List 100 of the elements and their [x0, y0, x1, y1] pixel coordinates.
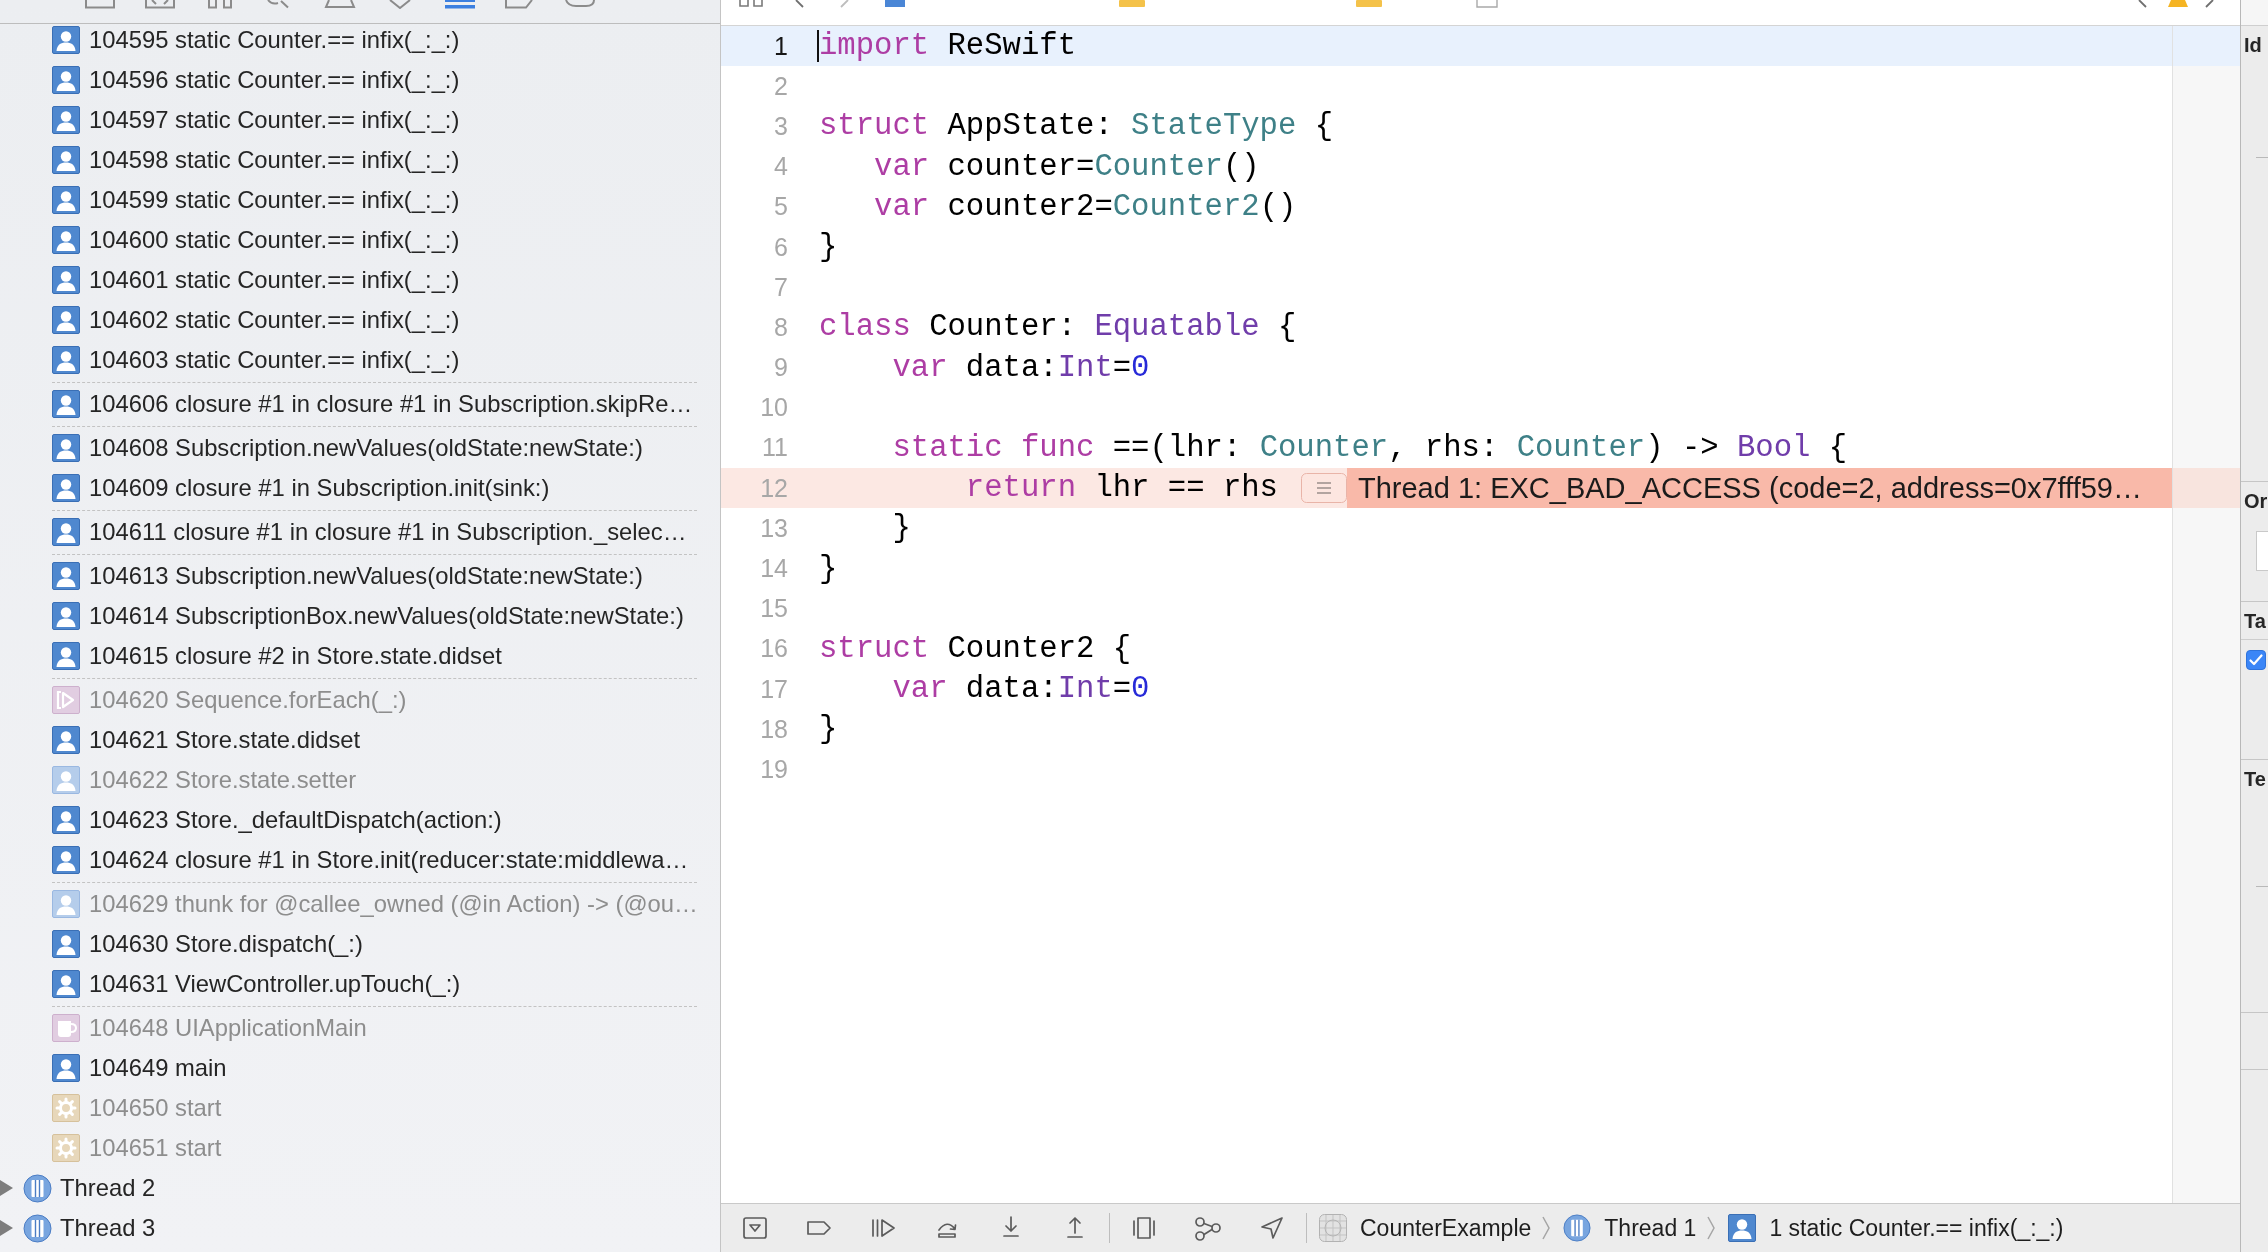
thread-label[interactable]: Thread 2	[60, 1174, 156, 1202]
stack-frame[interactable]: 104649 main	[89, 1054, 227, 1082]
stack-frame[interactable]: 104606 closure #1 in closure #1 in Subscription.skipRe…	[89, 390, 693, 418]
person-icon	[52, 890, 80, 918]
grid-icon[interactable]	[738, 0, 764, 8]
gear-icon	[52, 1134, 80, 1162]
person-icon	[52, 226, 80, 254]
line-number: 12	[759, 473, 789, 503]
stack-frame[interactable]: 104602 static Counter.== infix(_:_:)	[89, 306, 460, 334]
nodes-icon[interactable]	[1194, 1214, 1222, 1242]
chevron-right-icon	[1541, 1215, 1552, 1241]
code-line: }	[819, 712, 838, 747]
code-line: var counter2=Counter2()	[873, 189, 1297, 224]
thread-label[interactable]: Thread 3	[60, 1214, 156, 1242]
stack-frame[interactable]: 104595 static Counter.== infix(_:_:)	[89, 26, 460, 54]
stack-frame[interactable]: 104615 closure #2 in Store.state.didset	[89, 642, 502, 670]
chevron-right-icon[interactable]	[2203, 0, 2217, 8]
person-icon	[52, 390, 80, 418]
stack-frame[interactable]: 104599 static Counter.== infix(_:_:)	[89, 186, 460, 214]
person-icon	[52, 846, 80, 874]
checkmark-icon	[2249, 654, 2263, 666]
person-icon	[52, 726, 80, 754]
line-number: 9	[773, 353, 789, 383]
location-arrow-icon[interactable]	[1258, 1214, 1286, 1242]
stack-frame[interactable]: 104630 Store.dispatch(_:)	[89, 930, 363, 958]
line-number: 15	[759, 594, 789, 624]
person-icon	[52, 106, 80, 134]
app-grid-icon	[1319, 1214, 1347, 1242]
checkbox[interactable]	[2246, 650, 2266, 670]
stack-frame[interactable]: 104623 Store._defaultDispatch(action:)	[89, 806, 502, 834]
stack-frame[interactable]: 104609 closure #1 in Subscription.init(sink:)	[89, 474, 550, 502]
person-icon	[52, 346, 80, 374]
person-icon	[52, 146, 80, 174]
striped-circle-icon	[1563, 1214, 1592, 1242]
code-line: import ReSwift	[819, 29, 1077, 64]
stack-frame[interactable]: 104611 closure #1 in closure #1 in Subscription._selec…	[89, 518, 687, 546]
code-line: class Counter: Equatable {	[819, 310, 1297, 345]
line-number: 2	[773, 71, 789, 101]
text-caret-icon	[817, 30, 819, 63]
code-line: return lhr == rhs	[964, 471, 1278, 506]
line-number: 14	[759, 554, 789, 584]
person-icon	[52, 970, 80, 998]
lines-icon[interactable]	[1301, 473, 1347, 504]
disclosure-triangle-icon[interactable]	[0, 1220, 14, 1236]
code-line: }	[819, 551, 838, 586]
person-icon	[52, 26, 80, 54]
line-number: 19	[759, 754, 789, 784]
code-line: var data:Int=0	[891, 350, 1150, 385]
error-message: Thread 1: EXC_BAD_ACCESS (code=2, address=0x7fff59…	[1347, 468, 2172, 509]
path-item[interactable]: 1 static Counter.== infix(_:_:)	[1769, 1214, 2064, 1242]
chevron-left-icon[interactable]	[2135, 0, 2149, 8]
stack-frame[interactable]: 104608 Subscription.newValues(oldState:newState:)	[89, 434, 643, 462]
path-item[interactable]: CounterExample	[1360, 1214, 1532, 1242]
person-icon	[52, 562, 80, 590]
warning-icon[interactable]	[323, 0, 357, 9]
person-icon	[52, 1054, 80, 1082]
section-title: Or	[2244, 490, 2268, 512]
stack-frame[interactable]: 104613 Subscription.newValues(oldState:newState:)	[89, 562, 643, 590]
stack-frame[interactable]: 104597 static Counter.== infix(_:_:)	[89, 106, 460, 134]
line-number: 4	[773, 152, 789, 182]
person-icon	[52, 518, 80, 546]
warning-icon[interactable]	[2167, 0, 2189, 8]
input-field[interactable]	[2256, 531, 2268, 571]
document-icon[interactable]	[1476, 0, 1498, 8]
stack-frame[interactable]: 104601 static Counter.== infix(_:_:)	[89, 266, 460, 294]
picture-box-icon[interactable]	[143, 0, 177, 9]
line-number: 16	[759, 634, 789, 664]
path-item[interactable]: Thread 1	[1604, 1214, 1697, 1242]
stack-frame[interactable]: 104603 static Counter.== infix(_:_:)	[89, 346, 460, 374]
person-icon	[52, 930, 80, 958]
document-icon[interactable]	[884, 0, 906, 8]
stack-frame[interactable]: 104631 ViewController.upTouch(_:)	[89, 970, 461, 998]
chevron-left-icon[interactable]	[792, 0, 806, 8]
stack-frame[interactable]: 104600 static Counter.== infix(_:_:)	[89, 226, 460, 254]
stack-frame[interactable]: 104614 SubscriptionBox.newValues(oldState:newState:)	[89, 602, 684, 630]
line-number: 6	[773, 232, 789, 262]
section-title: Ta	[2244, 610, 2266, 632]
line-number: 17	[759, 674, 789, 704]
play-bracket-icon	[52, 686, 80, 714]
folder-icon[interactable]	[83, 0, 117, 9]
line-number: 7	[773, 272, 789, 302]
line-number: 18	[759, 714, 789, 744]
line-number: 1	[773, 31, 789, 61]
speech-bubble-icon[interactable]	[563, 0, 597, 9]
person-icon	[52, 434, 80, 462]
person-icon	[52, 306, 80, 334]
line-number: 11	[761, 433, 789, 463]
stack-frame[interactable]: 104598 static Counter.== infix(_:_:)	[89, 146, 460, 174]
stack-frame[interactable]: 104624 closure #1 in Store.init(reducer:state:middlewa…	[89, 846, 689, 874]
code-line: }	[891, 511, 911, 546]
code-line: var counter=Counter()	[873, 149, 1260, 184]
disclosure-triangle-icon[interactable]	[0, 1180, 14, 1196]
layers-icon[interactable]	[1130, 1214, 1158, 1242]
striped-circle-icon	[23, 1213, 52, 1243]
bars-icon[interactable]	[443, 0, 477, 9]
stack-frame[interactable]: 104621 Store.state.didset	[89, 726, 361, 754]
line-number: 3	[773, 111, 789, 141]
line-number: 13	[759, 513, 789, 543]
stack-frame[interactable]: 104596 static Counter.== infix(_:_:)	[89, 66, 460, 94]
person-icon	[52, 66, 80, 94]
